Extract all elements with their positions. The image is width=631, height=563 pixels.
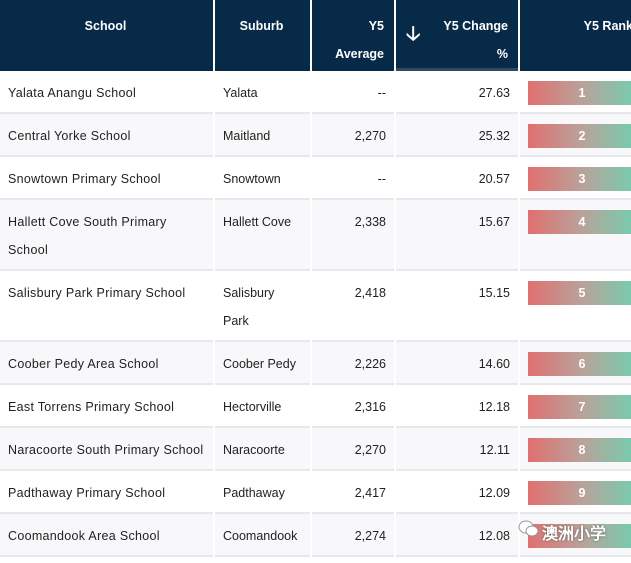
y5-rank-cell: 9: [520, 471, 631, 514]
y5-change: 27.63: [396, 71, 518, 114]
table-row[interactable]: Central Yorke School Maitland 2,270 25.3…: [0, 114, 631, 157]
rank-bar: 5: [528, 281, 631, 305]
y5-average: --: [312, 71, 394, 114]
suburb: Coomandook: [215, 514, 310, 557]
rank-value: 7: [578, 400, 586, 414]
rank-value: 4: [578, 215, 586, 229]
column-header-y5-change[interactable]: 🡣 Y5 Change%: [396, 0, 518, 71]
y5-rank-cell: 6: [520, 342, 631, 385]
y5-average: 2,338: [312, 200, 394, 271]
school-name: Padthaway Primary School: [0, 471, 213, 514]
y5-average: --: [312, 157, 394, 200]
arrow-down-icon: 🡣: [406, 23, 421, 45]
suburb: Hallett Cove: [215, 200, 310, 271]
y5-change: 12.18: [396, 385, 518, 428]
table-row[interactable]: Padthaway Primary School Padthaway 2,417…: [0, 471, 631, 514]
header-line: Y5: [368, 19, 384, 33]
column-header-suburb[interactable]: Suburb: [215, 0, 310, 71]
rank-value: 2: [578, 129, 586, 143]
rank-bar: 7: [528, 395, 631, 419]
column-header-school[interactable]: School: [0, 0, 213, 71]
rank-value: 8: [578, 443, 586, 457]
suburb: Yalata: [215, 71, 310, 114]
rank-bar: 8: [528, 438, 631, 462]
y5-rank-cell: 4: [520, 200, 631, 271]
table-row[interactable]: Yalata Anangu School Yalata -- 27.63 1: [0, 71, 631, 114]
school-name: Coober Pedy Area School: [0, 342, 213, 385]
school-name: Yalata Anangu School: [0, 71, 213, 114]
y5-rank-cell: 5: [520, 271, 631, 342]
wechat-icon: [518, 520, 539, 537]
header-line: Y5 Change: [443, 19, 508, 33]
rank-bar: 6: [528, 352, 631, 376]
rank-value: 3: [578, 172, 586, 186]
y5-average: 2,316: [312, 385, 394, 428]
table-row[interactable]: Coober Pedy Area School Coober Pedy 2,22…: [0, 342, 631, 385]
suburb: Naracoorte: [215, 428, 310, 471]
rank-bar: 4: [528, 210, 631, 234]
suburb: Maitland: [215, 114, 310, 157]
suburb: Snowtown: [215, 157, 310, 200]
rank-bar: 2: [528, 124, 631, 148]
table-row[interactable]: Hallett Cove South Primary School Hallet…: [0, 200, 631, 271]
watermark-text: 澳洲小学: [542, 526, 607, 543]
school-name: Central Yorke School: [0, 114, 213, 157]
table-row[interactable]: East Torrens Primary School Hectorville …: [0, 385, 631, 428]
y5-rank-cell: 1: [520, 71, 631, 114]
table-row[interactable]: Naracoorte South Primary School Naracoor…: [0, 428, 631, 471]
y5-average: 2,418: [312, 271, 394, 342]
column-header-y5-average[interactable]: Y5 Average: [312, 0, 394, 71]
suburb: Padthaway: [215, 471, 310, 514]
school-name: East Torrens Primary School: [0, 385, 213, 428]
table-row[interactable]: Snowtown Primary School Snowtown -- 20.5…: [0, 157, 631, 200]
watermark-logo: 澳洲小学: [512, 520, 606, 544]
y5-change: 12.09: [396, 471, 518, 514]
y5-rank-cell: 8: [520, 428, 631, 471]
y5-average: 2,270: [312, 428, 394, 471]
y5-average: 2,417: [312, 471, 394, 514]
rank-value: 6: [578, 357, 586, 371]
rank-bar: 1: [528, 81, 631, 105]
y5-change: 12.11: [396, 428, 518, 471]
rank-bar: 3: [528, 167, 631, 191]
school-ranking-table: School Suburb Y5 Average 🡣 Y5 Change% Y5 R…: [0, 0, 631, 557]
rank-value: 1: [578, 86, 586, 100]
suburb: Hectorville: [215, 385, 310, 428]
table-row[interactable]: Salisbury Park Primary School Salisbury …: [0, 271, 631, 342]
school-name: Snowtown Primary School: [0, 157, 213, 200]
y5-change: 15.67: [396, 200, 518, 271]
header-line: %: [496, 47, 508, 61]
rank-bar: 9: [528, 481, 631, 505]
y5-average: 2,270: [312, 114, 394, 157]
y5-change: 12.08: [396, 514, 518, 557]
header-line: Average: [335, 47, 384, 61]
school-name: Salisbury Park Primary School: [0, 271, 213, 342]
y5-change: 15.15: [396, 271, 518, 342]
y5-average: 2,274: [312, 514, 394, 557]
y5-rank-cell: 3: [520, 157, 631, 200]
y5-change: 20.57: [396, 157, 518, 200]
school-name: Naracoorte South Primary School: [0, 428, 213, 471]
suburb: Coober Pedy: [215, 342, 310, 385]
rank-value: 9: [578, 486, 586, 500]
column-header-y5-rank[interactable]: Y5 Rank: [520, 0, 631, 71]
rank-value: 5: [578, 286, 586, 300]
y5-average: 2,226: [312, 342, 394, 385]
suburb: Salisbury Park: [215, 271, 310, 342]
y5-change: 25.32: [396, 114, 518, 157]
school-name: Coomandook Area School: [0, 514, 213, 557]
y5-change: 14.60: [396, 342, 518, 385]
y5-rank-cell: 2: [520, 114, 631, 157]
y5-rank-cell: 7: [520, 385, 631, 428]
school-name: Hallett Cove South Primary School: [0, 200, 213, 271]
